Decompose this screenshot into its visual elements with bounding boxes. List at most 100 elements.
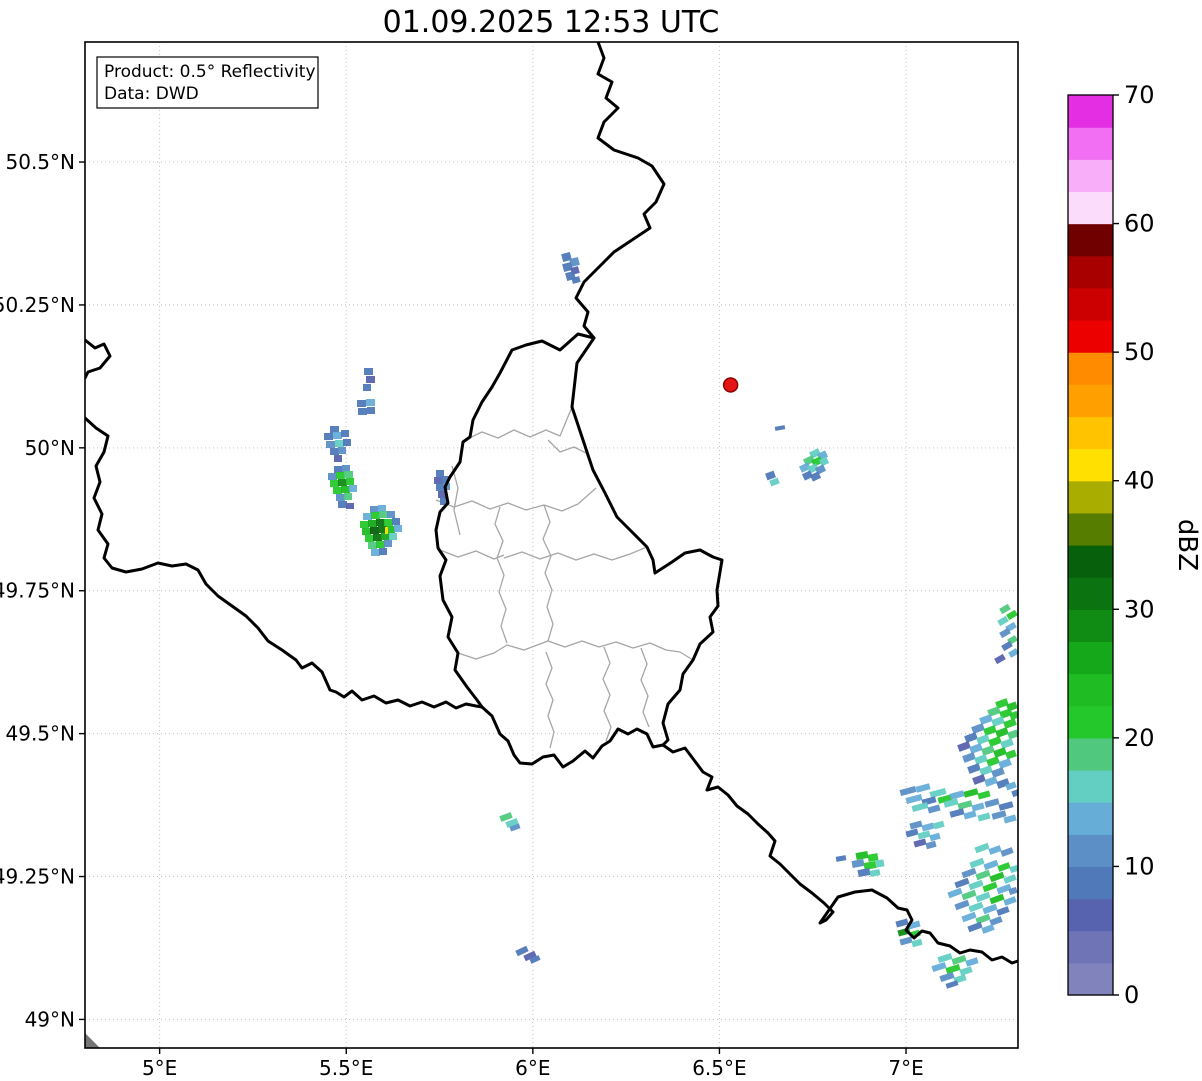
colorbar-segment bbox=[1068, 834, 1113, 867]
x-tick-label: 6.5°E bbox=[692, 1056, 746, 1080]
info-box: Product: 0.5° Reflectivity Data: DWD bbox=[97, 57, 318, 108]
y-tick-label: 49.75°N bbox=[0, 579, 75, 603]
echo-bin bbox=[376, 519, 385, 526]
echo-bin bbox=[363, 384, 371, 391]
colorbar-segment bbox=[1068, 674, 1113, 707]
y-tick-label: 50.5°N bbox=[6, 150, 76, 174]
x-tick-label: 5°E bbox=[142, 1056, 177, 1080]
echo-bin bbox=[381, 533, 390, 540]
echo-bin bbox=[341, 486, 350, 493]
colorbar-segment bbox=[1068, 706, 1113, 739]
colorbar-segment bbox=[1068, 513, 1113, 546]
echo-bin bbox=[367, 407, 375, 414]
x-tick-label: 6°E bbox=[515, 1056, 550, 1080]
echo-bin bbox=[330, 480, 339, 487]
echo-bin bbox=[330, 448, 339, 455]
echo-bin bbox=[373, 534, 382, 541]
echo-bin bbox=[335, 440, 344, 447]
echo-bin bbox=[362, 528, 371, 535]
colorbar-ticks: 010203040506070 bbox=[1113, 81, 1155, 1009]
colorbar-segment bbox=[1068, 963, 1113, 996]
colorbar-tick-label: 50 bbox=[1124, 338, 1155, 366]
echo-bin bbox=[333, 432, 342, 439]
colorbar-tick-label: 30 bbox=[1124, 595, 1155, 623]
radar-figure: 5°E 5.5°E 6°E 6.5°E 7°E 50.5°N 50.25°N 50°N 49.7… bbox=[0, 0, 1202, 1081]
echo-bin bbox=[387, 511, 395, 518]
echo-bin bbox=[338, 501, 347, 508]
echo-bin bbox=[376, 541, 385, 548]
colorbar-segment bbox=[1068, 931, 1113, 964]
colorbar bbox=[1068, 95, 1113, 996]
radar-site-dot bbox=[724, 378, 738, 392]
colorbar-segment bbox=[1068, 256, 1113, 289]
echo-bin bbox=[384, 519, 393, 526]
echo-bin bbox=[389, 533, 397, 540]
y-tick-label: 49.25°N bbox=[0, 865, 75, 889]
colorbar-segment bbox=[1068, 127, 1113, 160]
info-box-source: Data: DWD bbox=[104, 84, 199, 104]
echo-bin bbox=[344, 493, 352, 500]
echo-bin bbox=[328, 473, 337, 480]
echo-bin bbox=[436, 470, 444, 477]
echo-bin bbox=[343, 439, 351, 446]
colorbar-tick-label: 70 bbox=[1124, 81, 1155, 109]
echo-bin bbox=[324, 433, 333, 440]
echo-bin bbox=[326, 441, 335, 448]
y-tick-label: 49°N bbox=[25, 1007, 75, 1031]
colorbar-axis-label: dBZ bbox=[1172, 519, 1202, 571]
echo-bin bbox=[370, 527, 379, 534]
colorbar-segment bbox=[1068, 770, 1113, 803]
colorbar-segment bbox=[1068, 738, 1113, 771]
colorbar-tick-label: 60 bbox=[1124, 210, 1155, 238]
echo-bin bbox=[344, 471, 353, 478]
radar-map-svg: 5°E 5.5°E 6°E 6.5°E 7°E 50.5°N 50.25°N 50°N 49.7… bbox=[0, 0, 1202, 1081]
plot-title: 01.09.2025 12:53 UTC bbox=[383, 5, 720, 40]
x-tick-label: 5.5°E bbox=[319, 1056, 373, 1080]
colorbar-segment bbox=[1068, 866, 1113, 899]
echo-bin bbox=[385, 527, 388, 534]
echo-bin bbox=[342, 465, 350, 472]
echo-bin bbox=[334, 455, 342, 462]
echo-bin bbox=[394, 525, 402, 532]
echo-bin bbox=[338, 447, 346, 454]
colorbar-segment bbox=[1068, 288, 1113, 321]
echo-bin bbox=[370, 506, 379, 513]
colorbar-segment bbox=[1068, 481, 1113, 514]
echo-bin bbox=[875, 859, 884, 867]
colorbar-segment bbox=[1068, 545, 1113, 578]
echo-bin bbox=[357, 400, 366, 407]
echo-bin bbox=[379, 548, 387, 555]
y-tick-label: 50.25°N bbox=[0, 293, 75, 317]
echo-bin bbox=[363, 513, 372, 520]
echo-bin bbox=[371, 549, 380, 556]
y-tick-label: 50°N bbox=[25, 436, 75, 460]
echo-bin bbox=[346, 503, 354, 509]
colorbar-segment bbox=[1068, 416, 1113, 449]
echo-bin bbox=[338, 479, 347, 486]
colorbar-tick-label: 40 bbox=[1124, 467, 1155, 495]
echo-bin bbox=[365, 535, 374, 542]
colorbar-segment bbox=[1068, 899, 1113, 932]
echo-bin bbox=[360, 521, 369, 528]
echo-bin bbox=[336, 494, 345, 501]
colorbar-segment bbox=[1068, 802, 1113, 835]
echo-bin bbox=[366, 376, 375, 383]
map-background bbox=[85, 42, 1018, 1048]
colorbar-tick-label: 0 bbox=[1124, 981, 1139, 1009]
colorbar-segment bbox=[1068, 320, 1113, 353]
colorbar-tick-label: 20 bbox=[1124, 724, 1155, 752]
echo-bin bbox=[368, 520, 377, 527]
x-tick-label: 7°E bbox=[888, 1056, 923, 1080]
echo-bin bbox=[384, 540, 392, 547]
echo-bin bbox=[341, 430, 349, 437]
colorbar-segment bbox=[1068, 384, 1113, 417]
colorbar-segment bbox=[1068, 224, 1113, 257]
echo-bin bbox=[371, 512, 380, 519]
y-tick-label: 49.5°N bbox=[6, 722, 76, 746]
echo-bin bbox=[364, 368, 373, 375]
echo-bin bbox=[368, 542, 377, 549]
info-box-product: Product: 0.5° Reflectivity bbox=[104, 62, 316, 82]
colorbar-segment bbox=[1068, 159, 1113, 192]
echo-bin bbox=[349, 485, 357, 492]
colorbar-segment bbox=[1068, 449, 1113, 482]
